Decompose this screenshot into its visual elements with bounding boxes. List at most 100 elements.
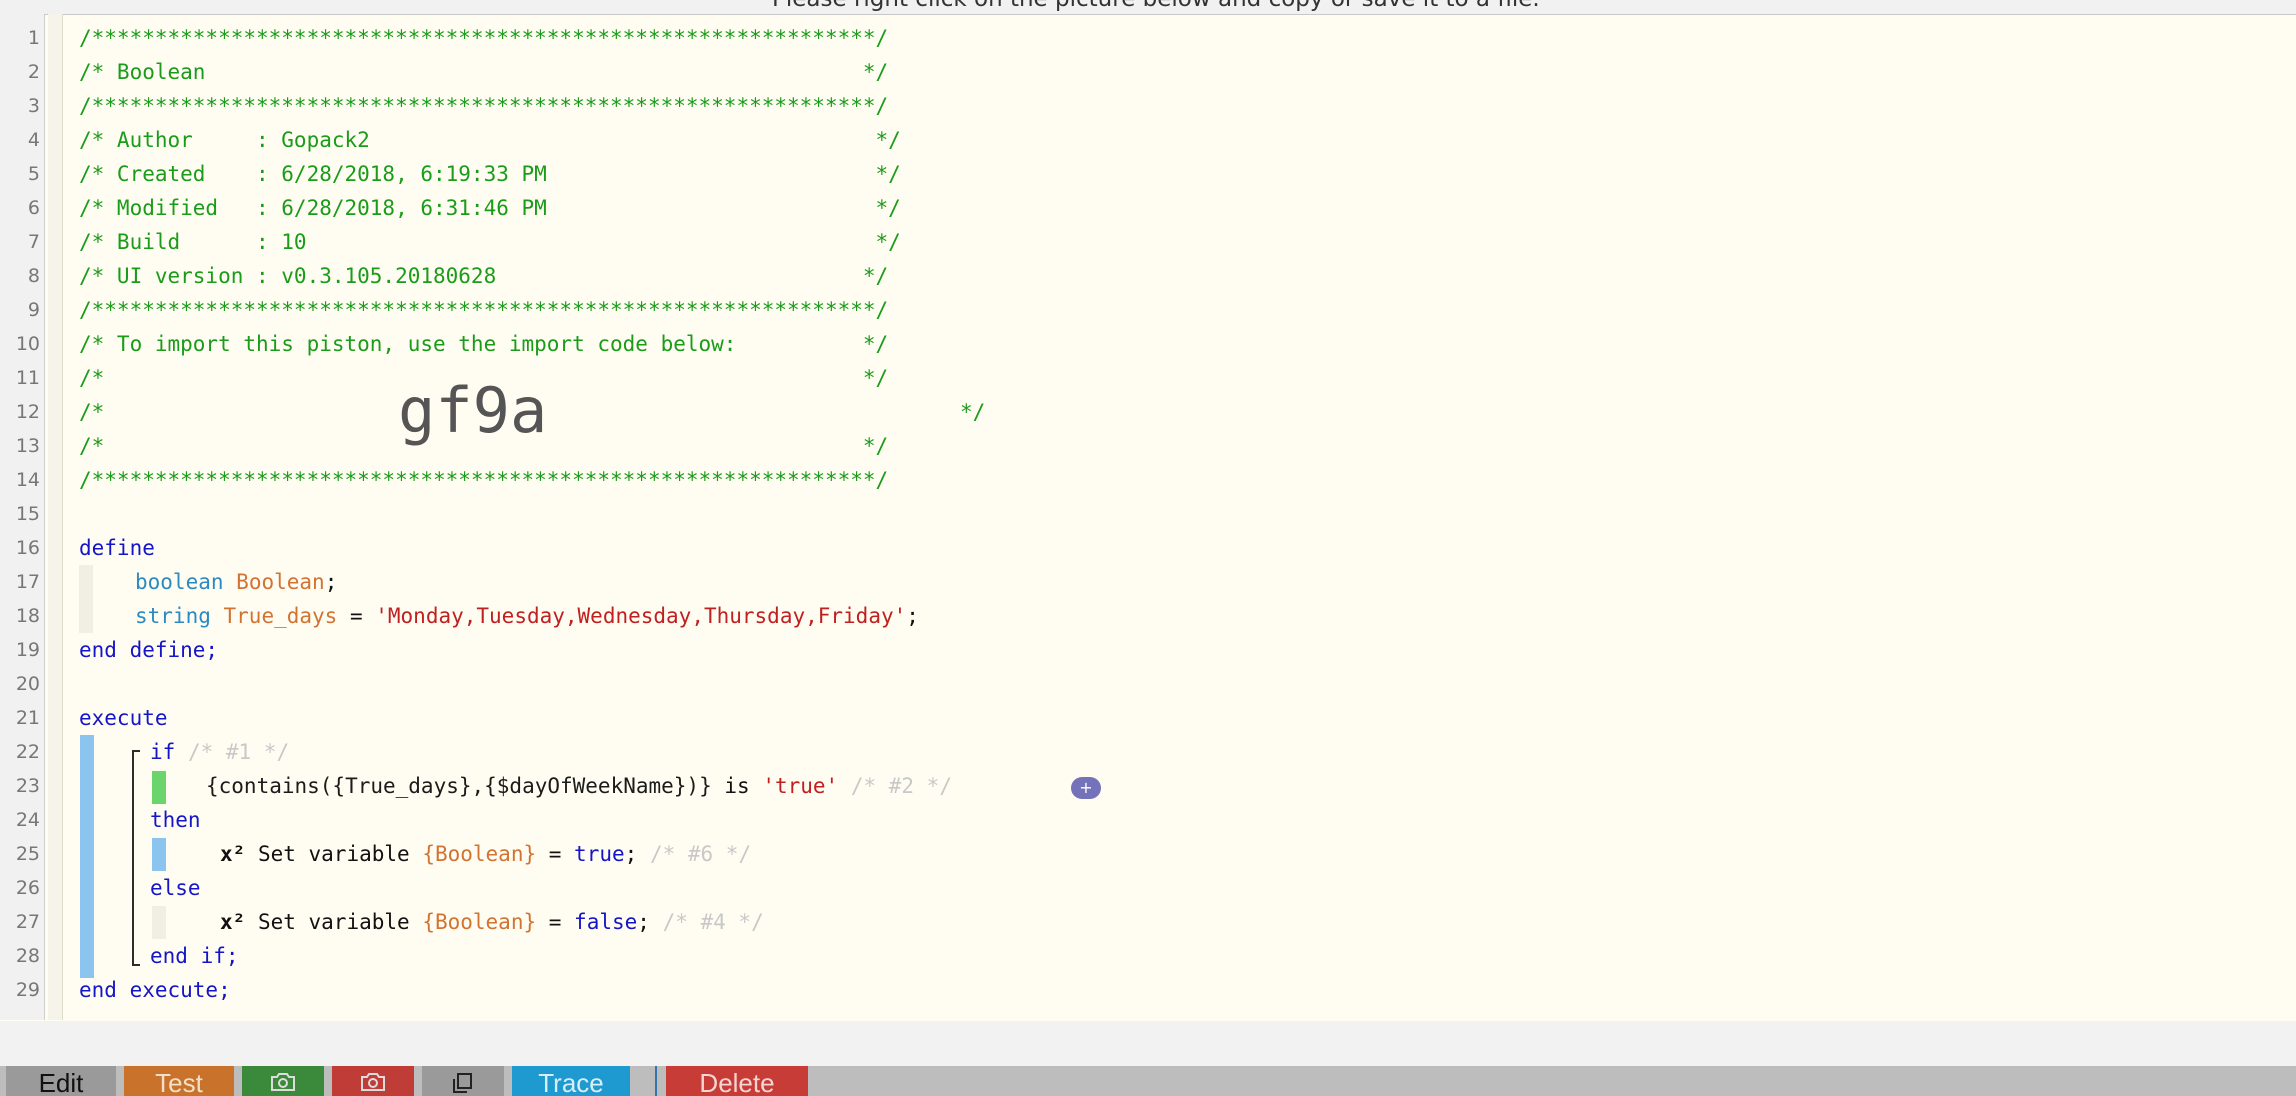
line-number: 18 <box>15 605 40 627</box>
line-number: 25 <box>15 843 40 865</box>
then-action-status-bar <box>152 838 166 871</box>
action-terminator: ; <box>624 842 638 866</box>
line-number: 15 <box>15 503 40 525</box>
add-condition-button[interactable]: + <box>1071 777 1101 799</box>
action-variable: {Boolean} <box>422 842 537 866</box>
if-statement[interactable]: if /* #1 */ <box>150 735 289 769</box>
line-number: 13 <box>15 435 40 457</box>
else-action-status-bar <box>152 906 166 939</box>
var-type: boolean <box>135 570 224 594</box>
var-name: Boolean <box>236 570 325 594</box>
condition-operator: is <box>711 774 763 798</box>
header-created: /* Created : 6/28/2018, 6:19:33 PM */ <box>79 162 901 186</box>
if-block-bracket <box>132 750 142 966</box>
condition-id-comment: /* #2 */ <box>850 774 952 798</box>
action-text: Set variable <box>245 842 423 866</box>
action-id-comment: /* #6 */ <box>649 842 752 866</box>
header-open-comment: /* <box>79 400 105 424</box>
define-var-boolean: boolean Boolean; <box>135 565 337 599</box>
header-ui-version: /* UI version : v0.3.105.20180628 */ <box>79 264 889 288</box>
end-if-keyword: end if; <box>150 944 239 968</box>
line-number: 4 <box>27 129 40 151</box>
line-number: 6 <box>27 197 40 219</box>
header-build: /* Build : 10 */ <box>79 230 901 254</box>
action-variable: {Boolean} <box>422 910 537 934</box>
trace-button[interactable]: Trace <box>512 1066 630 1096</box>
line-number: 26 <box>15 877 40 899</box>
statement-id-comment: /* #1 */ <box>187 740 290 764</box>
line-number: 29 <box>15 979 40 1001</box>
line-number: 8 <box>27 265 40 287</box>
header-border: /***************************************… <box>79 298 889 322</box>
else-action[interactable]: x² Set variable {Boolean} = false; /* #4… <box>220 905 764 939</box>
var-value: 'Monday,Tuesday,Wednesday,Thursday,Frida… <box>375 604 907 628</box>
line-number: 11 <box>15 367 40 389</box>
instruction-text: Please right click on the picture below … <box>772 0 1540 12</box>
line-number: 5 <box>27 163 40 185</box>
edit-button[interactable]: Edit <box>6 1066 116 1096</box>
end-execute-keyword: end execute; <box>79 978 231 1002</box>
camera-icon <box>361 1073 385 1091</box>
if-keyword: if <box>150 740 176 764</box>
line-number: 12 <box>15 401 40 423</box>
header-border-top: /***************************************… <box>79 26 889 50</box>
condition[interactable]: {contains({True_days},{$dayOfWeekName})}… <box>206 769 952 803</box>
header-close-comment: */ <box>960 400 986 424</box>
line-number: 1 <box>27 27 40 49</box>
define-keyword: define <box>79 536 155 560</box>
condition-status-bar <box>152 771 166 804</box>
action-value: false <box>574 910 638 934</box>
line-number: 27 <box>15 911 40 933</box>
line-number: 19 <box>15 639 40 661</box>
header-border: /***************************************… <box>79 94 889 118</box>
line-number: 2 <box>27 61 40 83</box>
header-border-bottom: /***************************************… <box>79 468 889 492</box>
header-title: /* Boolean */ <box>79 60 889 84</box>
then-action[interactable]: x² Set variable {Boolean} = true; /* #6 … <box>220 837 751 871</box>
green-snapshot-button[interactable] <box>242 1066 324 1096</box>
line-number: 9 <box>27 299 40 321</box>
action-id-comment: /* #4 */ <box>662 910 764 934</box>
var-equals: = <box>337 604 376 628</box>
var-name: True_days <box>223 604 338 628</box>
fold-gutter <box>48 14 63 1020</box>
line-number: 14 <box>15 469 40 491</box>
line-number: 16 <box>15 537 40 559</box>
header-author: /* Author : Gopack2 */ <box>79 128 901 152</box>
line-number: 24 <box>15 809 40 831</box>
line-number: 20 <box>15 673 40 695</box>
action-equals: = <box>536 910 575 934</box>
line-number: 23 <box>15 775 40 797</box>
action-equals: = <box>536 842 575 866</box>
define-indent-bar <box>79 565 93 633</box>
camera-icon <box>271 1073 295 1091</box>
line-number: 21 <box>15 707 40 729</box>
duplicate-button[interactable] <box>422 1066 504 1096</box>
var-terminator: ; <box>324 570 338 594</box>
condition-value: 'true' <box>762 774 839 798</box>
test-button[interactable]: Test <box>124 1066 234 1096</box>
header-modified: /* Modified : 6/28/2018, 6:31:46 PM */ <box>79 196 901 220</box>
var-type: string <box>135 604 211 628</box>
define-var-true-days: string True_days = 'Monday,Tuesday,Wedne… <box>135 599 919 633</box>
execute-keyword: execute <box>79 706 168 730</box>
end-define-keyword: end define; <box>79 638 219 662</box>
delete-button[interactable]: Delete <box>666 1066 808 1096</box>
line-number: 17 <box>15 571 40 593</box>
line-number: 28 <box>15 945 40 967</box>
red-snapshot-button[interactable] <box>332 1066 414 1096</box>
action-value: true <box>574 842 625 866</box>
condition-expression: {contains({True_days},{$dayOfWeekName})} <box>206 774 712 798</box>
action-terminator: ; <box>637 910 650 934</box>
line-number: 3 <box>27 95 40 117</box>
then-keyword: then <box>150 808 201 832</box>
execute-indent-bar <box>80 735 94 978</box>
action-text: Set variable <box>245 910 423 934</box>
line-number: 10 <box>15 333 40 355</box>
var-terminator: ; <box>906 604 919 628</box>
duplicate-icon <box>453 1073 472 1093</box>
toolbar-separator <box>655 1066 657 1096</box>
header-import-note: /* To import this piston, use the import… <box>79 332 889 356</box>
instruction-bar: Please right click on the picture below … <box>0 0 2296 15</box>
import-code: gf9a <box>398 374 548 447</box>
